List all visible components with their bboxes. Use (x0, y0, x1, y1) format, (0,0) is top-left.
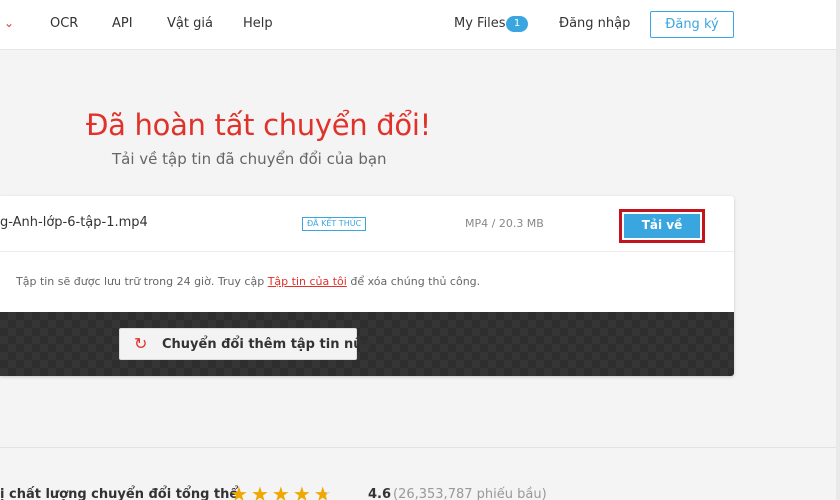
rating-stars[interactable]: ★★★★★ (230, 482, 335, 500)
nav-link-api[interactable]: API (112, 16, 133, 31)
nav-link-ocr[interactable]: OCR (50, 16, 78, 31)
refresh-icon: ↻ (134, 334, 148, 353)
my-files-count-badge: 1 (506, 16, 528, 32)
login-link[interactable]: Đăng nhập (559, 16, 630, 31)
retention-note: Tập tin sẽ được lưu trữ trong 24 giờ. Tr… (16, 275, 480, 288)
my-files-note-link[interactable]: Tập tin của tôi (268, 275, 347, 288)
page-title: Đã hoàn tất chuyển đổi! (86, 108, 431, 142)
star-icon[interactable]: ★ (293, 482, 314, 500)
rating-score: 4.6 (368, 487, 392, 500)
rating-votes: (26,353,787 phiếu bầu) (393, 487, 547, 500)
convert-more-button[interactable]: ↻ Chuyển đổi thêm tập tin nữa (119, 328, 371, 360)
convert-more-label: Chuyển đổi thêm tập tin nữa (162, 337, 372, 352)
retention-note-prefix: Tập tin sẽ được lưu trữ trong 24 giờ. Tr… (16, 275, 268, 288)
scrollbar-track[interactable] (836, 0, 840, 500)
retention-note-suffix: để xóa chúng thủ công. (346, 275, 481, 288)
file-info: MP4 / 20.3 MB (465, 217, 544, 230)
status-badge: ĐÃ KẾT THÚC (302, 217, 367, 231)
top-navbar: ⌄ OCR API Vật giá Help My Files 1 Đăng n… (0, 0, 840, 50)
star-icon[interactable]: ★ (272, 482, 293, 500)
star-half-icon[interactable]: ★ (314, 482, 335, 500)
page-subtitle: Tải về tập tin đã chuyển đổi của bạn (112, 150, 387, 168)
signup-button[interactable]: Đăng ký (650, 11, 734, 38)
convert-more-band: ↻ Chuyển đổi thêm tập tin nữa (0, 312, 734, 376)
nav-link-pricing[interactable]: Vật giá (167, 16, 213, 31)
file-name: g-Anh-lớp-6-tập-1.mp4 (0, 215, 148, 230)
chevron-down-icon[interactable]: ⌄ (4, 16, 14, 30)
star-icon[interactable]: ★ (230, 482, 251, 500)
star-icon[interactable]: ★ (251, 482, 272, 500)
nav-link-help[interactable]: Help (243, 16, 273, 31)
download-button[interactable]: Tải về (624, 214, 700, 238)
my-files-link[interactable]: My Files (454, 16, 506, 31)
section-divider (0, 447, 836, 448)
rating-label: ị chất lượng chuyển đổi tổng thể (0, 487, 239, 500)
